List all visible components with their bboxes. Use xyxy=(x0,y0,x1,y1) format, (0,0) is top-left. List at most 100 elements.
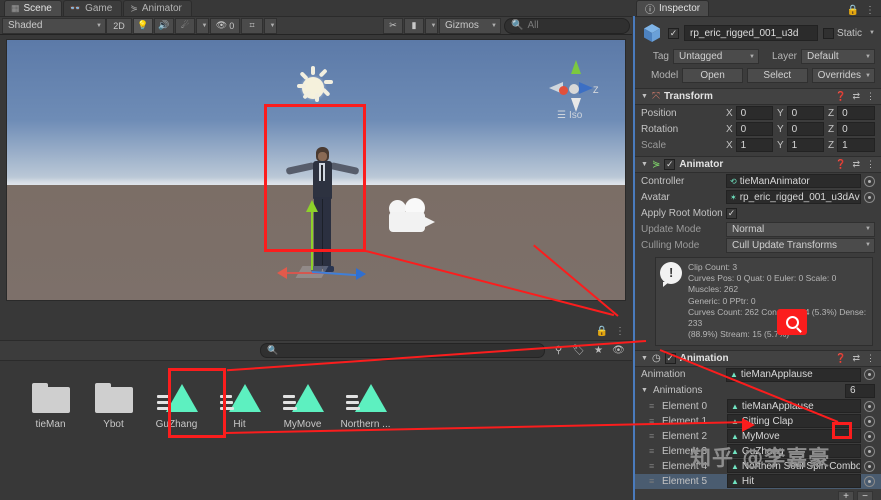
chevron-down-icon[interactable]: ▼ xyxy=(641,387,648,394)
rotation-x-input[interactable]: 0 xyxy=(735,122,773,136)
grid-dropdown-button[interactable]: ▼ xyxy=(264,17,277,34)
kebab-menu-icon[interactable]: ⋮ xyxy=(866,353,875,364)
transform-component-header[interactable]: ▼ ⤧ Transform ❓ ⇄ ⋮ xyxy=(635,88,881,105)
table-row[interactable]: ≡ Element 1 ▲ Sitting Clap xyxy=(635,414,881,429)
position-x[interactable]: X 0 xyxy=(726,106,773,120)
grid-toggle-button[interactable]: ⌗ xyxy=(241,17,263,34)
move-gizmo-y-axis[interactable] xyxy=(311,208,313,270)
axis-z-cone[interactable] xyxy=(579,82,593,94)
scene-visibility-button[interactable]: 👁 0 xyxy=(210,17,240,34)
open-model-button[interactable]: Open xyxy=(682,68,743,83)
scale-x-input[interactable]: 1 xyxy=(735,138,773,152)
gameobject-enabled-checkbox[interactable]: ✓ xyxy=(668,27,679,39)
projection-mode-label[interactable]: ☰ Iso xyxy=(557,110,582,121)
kebab-menu-icon[interactable]: ⋮ xyxy=(865,5,875,16)
asset-item-hit[interactable]: Hit xyxy=(211,377,268,436)
axis-x-sphere[interactable] xyxy=(559,86,568,95)
gizmos-dropdown[interactable]: Gizmos ▼ xyxy=(439,17,501,34)
move-gizmo-x-arrow[interactable] xyxy=(277,267,287,279)
avatar-object-field[interactable]: ✶ rp_eric_rigged_001_u3dAva xyxy=(726,190,861,204)
animation-component-header[interactable]: ▼ ◷ ✓ Animation ❓ ⇄ ⋮ xyxy=(635,349,881,367)
position-z-input[interactable]: 0 xyxy=(837,106,875,120)
element-picker-icon[interactable] xyxy=(864,445,875,457)
element-picker-icon[interactable] xyxy=(864,415,875,427)
help-icon[interactable]: ❓ xyxy=(835,91,846,102)
animation-object-field[interactable]: ▲ tieManApplause xyxy=(726,367,861,382)
gameobject-name-input[interactable]: rp_eric_rigged_001_u3d xyxy=(684,25,819,41)
position-z[interactable]: Z 0 xyxy=(828,106,875,120)
remove-element-button[interactable]: − xyxy=(857,490,873,500)
chevron-down-icon[interactable]: ▼ xyxy=(869,30,875,36)
asset-item-northern[interactable]: Northern ... xyxy=(337,377,394,436)
rotation-y[interactable]: Y 0 xyxy=(777,122,824,136)
tab-scene[interactable]: ▦ Scene xyxy=(4,0,62,16)
overrides-dropdown[interactable]: Overrides ▼ xyxy=(811,68,875,83)
scene-search-box[interactable]: 🔍 All xyxy=(504,17,630,34)
layer-dropdown[interactable]: Default ▼ xyxy=(801,49,875,64)
axis-y-cone[interactable] xyxy=(571,60,581,74)
fx-toggle-button[interactable]: ☄ xyxy=(175,17,195,34)
rotation-y-input[interactable]: 0 xyxy=(786,122,824,136)
fx-dropdown-button[interactable]: ▼ xyxy=(196,17,209,34)
update-mode-dropdown[interactable]: Normal ▼ xyxy=(726,221,875,237)
animations-size-input[interactable]: 6 xyxy=(845,383,875,398)
chevron-down-icon[interactable]: ▼ xyxy=(641,93,648,100)
lock-icon[interactable]: 🔒 xyxy=(847,5,859,16)
drag-handle-icon[interactable]: ≡ xyxy=(649,431,659,441)
toggle-2d-button[interactable]: 2D xyxy=(106,17,132,34)
element-object-field[interactable]: ▲ Hit xyxy=(727,474,861,489)
select-model-button[interactable]: Select xyxy=(746,68,808,83)
character-model[interactable] xyxy=(285,147,360,283)
camera-gizmo-icon[interactable] xyxy=(385,198,445,240)
chevron-down-icon[interactable]: ▼ xyxy=(641,355,648,362)
position-x-input[interactable]: 0 xyxy=(735,106,773,120)
culling-mode-dropdown[interactable]: Cull Update Transforms ▼ xyxy=(726,237,875,253)
add-element-button[interactable]: + xyxy=(838,490,854,500)
animator-enabled-checkbox[interactable]: ✓ xyxy=(664,159,676,170)
controller-picker-icon[interactable] xyxy=(864,175,875,187)
position-y-input[interactable]: 0 xyxy=(786,106,824,120)
controller-object-field[interactable]: ⟲ tieManAnimator xyxy=(726,174,861,188)
element-picker-icon[interactable] xyxy=(864,400,875,412)
rotation-z[interactable]: Z 0 xyxy=(828,122,875,136)
audio-toggle-button[interactable]: 🔊 xyxy=(154,17,174,34)
position-y[interactable]: Y 0 xyxy=(777,106,824,120)
eye-off-icon[interactable]: 👁 xyxy=(609,343,628,359)
drag-handle-icon[interactable]: ≡ xyxy=(649,446,659,456)
gizmo-center[interactable] xyxy=(569,84,579,94)
scene-viewport[interactable]: Z ☰ Iso xyxy=(6,39,626,301)
scale-y-input[interactable]: 1 xyxy=(786,138,824,152)
lock-icon[interactable]: 🔒 xyxy=(596,326,608,337)
tab-game[interactable]: 👓 Game xyxy=(62,0,123,16)
preset-icon[interactable]: ⇄ xyxy=(852,91,860,102)
scene-view-orientation-gizmo[interactable]: Z ☰ Iso xyxy=(543,58,607,128)
preset-icon[interactable]: ⇄ xyxy=(852,353,860,364)
chevron-down-icon[interactable]: ▼ xyxy=(641,161,648,168)
drag-handle-icon[interactable]: ≡ xyxy=(649,401,659,411)
move-gizmo-z-arrow[interactable] xyxy=(356,268,366,280)
lighting-toggle-button[interactable]: 💡 xyxy=(133,17,153,34)
static-toggle-group[interactable]: Static ▼ xyxy=(823,27,875,39)
asset-item-mymove[interactable]: MyMove xyxy=(274,377,331,436)
scale-y[interactable]: Y 1 xyxy=(777,138,824,152)
scale-z[interactable]: Z 1 xyxy=(828,138,875,152)
rotation-z-input[interactable]: 0 xyxy=(837,122,875,136)
scale-x[interactable]: X 1 xyxy=(726,138,773,152)
scene-camera-button[interactable]: ▮ xyxy=(404,17,424,34)
animation-picker-icon[interactable] xyxy=(864,369,875,381)
asset-item-ybot[interactable]: Ybot xyxy=(85,377,142,436)
kebab-menu-icon[interactable]: ⋮ xyxy=(615,326,625,337)
table-row[interactable]: ≡ Element 5 ▲ Hit xyxy=(635,473,881,489)
help-icon[interactable]: ❓ xyxy=(835,159,846,170)
shading-mode-dropdown[interactable]: Shaded ▼ xyxy=(2,17,106,34)
element-picker-icon[interactable] xyxy=(864,460,875,472)
camera-dropdown-button[interactable]: ▼ xyxy=(425,17,438,34)
table-row[interactable]: ≡ Element 0 ▲ tieManApplause xyxy=(635,399,881,414)
rotation-x[interactable]: X 0 xyxy=(726,122,773,136)
asset-item-guzhang[interactable]: GuZhang xyxy=(148,377,205,436)
apply-root-motion-checkbox[interactable]: ✓ xyxy=(726,207,737,219)
static-checkbox[interactable] xyxy=(823,27,835,39)
tag-dropdown[interactable]: Untagged ▼ xyxy=(673,49,759,64)
element-object-field[interactable]: ▲ tieManApplause xyxy=(727,399,861,414)
directional-light-icon[interactable] xyxy=(283,66,343,116)
